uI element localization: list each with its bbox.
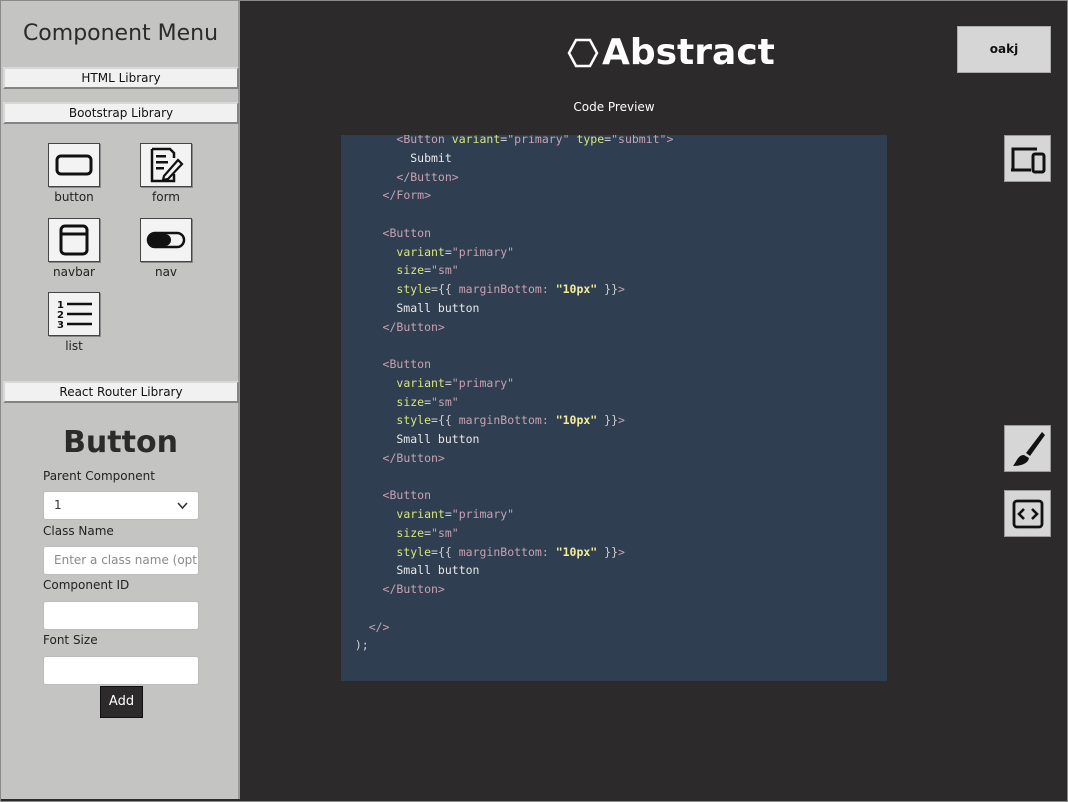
component-button[interactable]: button xyxy=(34,143,114,204)
devices-icon xyxy=(1010,147,1045,173)
font-size-input[interactable] xyxy=(43,656,199,685)
numbered-list-icon: 1 2 3 xyxy=(48,292,100,336)
font-size-label: Font Size xyxy=(43,633,98,647)
component-id-label: Component ID xyxy=(43,578,130,592)
component-id-input[interactable] xyxy=(43,601,199,630)
nav-toggle-icon xyxy=(140,218,192,262)
component-label: form xyxy=(152,190,180,204)
responsive-view-button[interactable] xyxy=(1004,135,1051,182)
sidebar-title: Component Menu xyxy=(22,21,219,46)
parent-component-select[interactable]: 1 xyxy=(43,491,199,520)
chevron-down-icon xyxy=(177,502,188,510)
svg-text:3: 3 xyxy=(57,320,64,331)
code-preview-panel[interactable]: <Button variant="primary" type="submit">… xyxy=(341,135,887,681)
component-label: list xyxy=(65,339,83,353)
navbar-icon xyxy=(48,218,100,262)
component-navbar[interactable]: navbar xyxy=(34,218,114,279)
parent-component-value: 1 xyxy=(54,498,62,512)
react-router-library-button[interactable]: React Router Library xyxy=(3,381,239,403)
code-icon xyxy=(1012,499,1043,528)
add-button[interactable]: Add xyxy=(100,686,143,718)
class-name-label: Class Name xyxy=(43,524,114,538)
code-preview-label: Code Preview xyxy=(573,100,655,114)
parent-component-label: Parent Component xyxy=(43,469,155,483)
hexagon-icon xyxy=(567,38,599,67)
component-label: nav xyxy=(154,265,178,279)
component-form[interactable]: form xyxy=(126,143,206,204)
class-name-input[interactable]: Enter a class name (optic xyxy=(43,546,199,575)
style-editor-button[interactable] xyxy=(1004,425,1051,472)
logo-text: Abstract xyxy=(602,32,775,73)
html-library-button[interactable]: HTML Library xyxy=(3,67,239,89)
button-icon xyxy=(48,143,100,187)
user-button[interactable]: oakj xyxy=(957,26,1051,73)
component-form-title: Button xyxy=(63,425,178,460)
component-list[interactable]: 1 2 3 list xyxy=(34,292,114,353)
logo: Abstract xyxy=(566,32,775,73)
component-nav[interactable]: nav xyxy=(126,218,206,279)
component-label: button xyxy=(54,190,94,204)
bootstrap-library-button[interactable]: Bootstrap Library xyxy=(3,102,239,124)
code-view-button[interactable] xyxy=(1004,490,1051,537)
component-label: navbar xyxy=(53,265,95,279)
code-block: <Button variant="primary" type="submit">… xyxy=(341,135,674,653)
form-icon xyxy=(140,143,192,187)
brush-icon xyxy=(1012,431,1045,466)
sidebar: Component Menu HTML Library Bootstrap Li… xyxy=(1,1,240,799)
